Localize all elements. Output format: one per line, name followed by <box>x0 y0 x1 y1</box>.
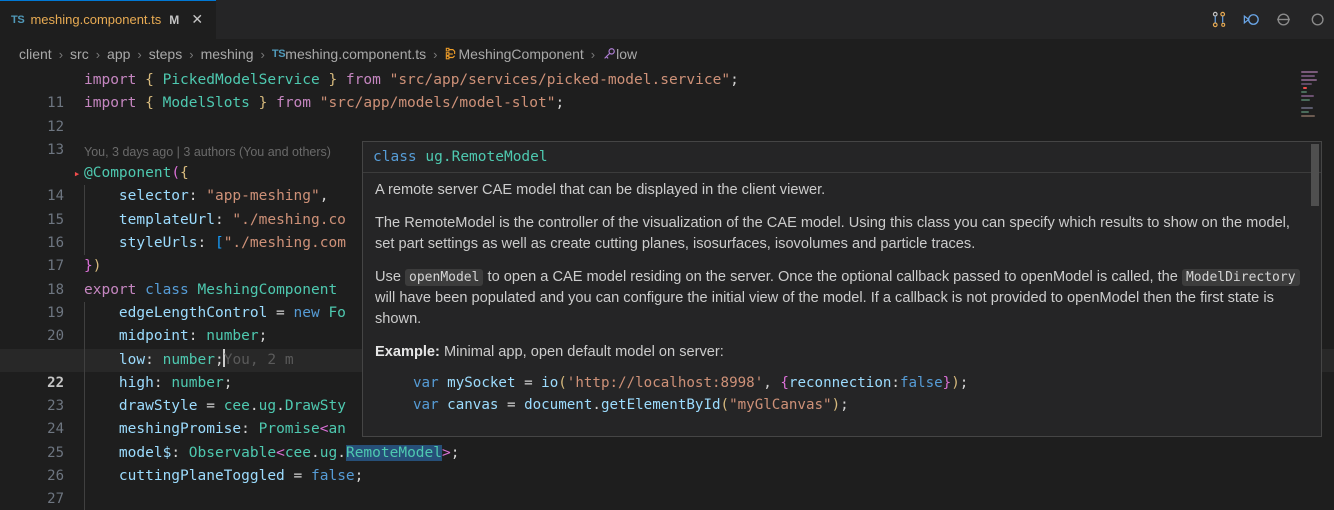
code-text: }) <box>84 255 101 278</box>
hover-example-line: Example: Minimal app, open default model… <box>375 342 1309 363</box>
inline-blame-text[interactable]: You, 2 m <box>224 352 294 368</box>
editor-vertical-scrollbar[interactable] <box>1320 69 1334 510</box>
hover-inline-code-modeldirectory: ModelDirectory <box>1182 269 1300 286</box>
class-symbol-icon <box>445 47 459 62</box>
code-text: edgeLengthControl = new Fo <box>84 302 346 325</box>
hover-inline-code-openmodel: openModel <box>405 269 483 286</box>
code-text: selector: "app-meshing", <box>84 185 328 208</box>
hover-paragraph-2: The RemoteModel is the controller of the… <box>375 213 1309 255</box>
hover-p3-post: will have been populated and you can con… <box>375 290 1274 327</box>
hover-signature-namespace: ug. <box>425 149 451 165</box>
breadcrumb-separator: › <box>182 47 200 62</box>
hover-p3-mid: to open a CAE model residing on the serv… <box>483 269 1182 285</box>
breadcrumb-item-client[interactable]: client <box>19 46 52 62</box>
hover-code-line-2: var canvas = document.getElementById("my… <box>413 394 1309 416</box>
hover-signature: class ug.RemoteModel <box>363 142 1321 173</box>
breadcrumb-item-symbol[interactable]: low <box>616 46 637 62</box>
code-text: high: number; <box>84 372 232 395</box>
breadcrumb-item-meshing[interactable]: meshing <box>201 46 254 62</box>
vscode-editor-window: TS meshing.component.ts M ✕ <box>0 0 1334 510</box>
editor-tab-meshing-component[interactable]: TS meshing.component.ts M ✕ <box>0 0 217 39</box>
code-text: midpoint: number; <box>84 325 267 348</box>
code-text: import { PickedModelService } from "src/… <box>84 69 739 92</box>
breadcrumb-separator: › <box>253 47 271 62</box>
code-line[interactable]: 28 <box>0 488 1334 510</box>
code-text: export class MeshingComponent <box>84 279 337 302</box>
hover-example-text: Minimal app, open default model on serve… <box>440 344 724 360</box>
more-actions-icon[interactable] <box>1304 9 1326 31</box>
field-symbol-icon <box>602 47 616 62</box>
split-editor-icon[interactable] <box>1208 9 1230 31</box>
hovered-symbol[interactable]: RemoteModel <box>346 445 442 461</box>
code-text: model$: Observable<cee.ug.RemoteModel>; <box>84 442 459 465</box>
hover-signature-name: RemoteModel <box>452 149 548 165</box>
hover-documentation[interactable]: A remote server CAE model that can be di… <box>363 173 1321 436</box>
hover-code-line-1: var mySocket = io('http://localhost:8998… <box>413 372 1309 394</box>
code-text: styleUrls: ["./meshing.com <box>84 232 346 255</box>
code-text: meshingPromise: Promise<an <box>84 418 346 441</box>
code-line[interactable]: 27 cuttingPlaneToggled = false; <box>0 465 1334 488</box>
editor-actions-toolbar <box>1208 0 1334 39</box>
code-text: drawStyle = cee.ug.DrawSty <box>84 395 346 418</box>
breadcrumb-item-src[interactable]: src <box>70 46 89 62</box>
tab-modified-indicator: M <box>169 13 179 27</box>
breadcrumb-item-app[interactable]: app <box>107 46 130 62</box>
breadcrumb-item-steps[interactable]: steps <box>149 46 182 62</box>
code-line[interactable]: 13 ▸ <box>0 116 1334 139</box>
hover-example-label: Example: <box>375 344 440 360</box>
typescript-file-icon: TS <box>11 14 24 26</box>
breadcrumb-separator: › <box>89 47 107 62</box>
editor-tab-bar: TS meshing.component.ts M ✕ <box>0 0 1334 39</box>
breadcrumb-item-file[interactable]: meshing.component.ts <box>285 46 426 62</box>
code-line[interactable]: 11 import { PickedModelService } from "s… <box>0 69 1334 92</box>
close-icon[interactable]: ✕ <box>188 11 206 29</box>
code-line[interactable]: 26 model$: Observable<cee.ug.RemoteModel… <box>0 442 1334 465</box>
code-text: templateUrl: "./meshing.co <box>84 209 346 232</box>
breadcrumb-separator: › <box>130 47 148 62</box>
hover-tooltip: class ug.RemoteModel A remote server CAE… <box>362 141 1322 437</box>
code-text: import { ModelSlots } from "src/app/mode… <box>84 92 564 115</box>
code-text: cuttingPlaneToggled = false; <box>84 465 363 488</box>
breadcrumb-item-class[interactable]: MeshingComponent <box>459 46 584 62</box>
indent-guide <box>84 488 85 510</box>
hover-signature-keyword: class <box>373 149 417 165</box>
git-blame-text[interactable]: You, 3 days ago | 3 authors (You and oth… <box>84 141 331 164</box>
code-line[interactable]: 12 import { ModelSlots } from "src/app/m… <box>0 92 1334 115</box>
typescript-file-icon: TS <box>272 48 285 60</box>
hover-scrollbar[interactable] <box>1312 143 1320 437</box>
hover-paragraph-3: Use openModel to open a CAE model residi… <box>375 267 1309 330</box>
tab-label: meshing.component.ts <box>30 12 161 27</box>
hover-code-sample: var mySocket = io('http://localhost:8998… <box>375 372 1309 416</box>
circle-slash-icon[interactable] <box>1272 9 1294 31</box>
breadcrumb-separator: › <box>426 47 444 62</box>
breadcrumb-separator: › <box>584 47 602 62</box>
code-editor[interactable]: 11 import { PickedModelService } from "s… <box>0 69 1334 510</box>
go-back-icon[interactable] <box>1240 9 1262 31</box>
code-text: @Component({ <box>84 162 189 185</box>
hover-paragraph-1: A remote server CAE model that can be di… <box>375 180 1309 201</box>
breadcrumb: client › src › app › steps › meshing › T… <box>0 39 1334 69</box>
hover-scrollbar-thumb[interactable] <box>1311 144 1319 206</box>
hover-p3-pre: Use <box>375 269 405 285</box>
code-text: low: number;You, 2 m <box>84 349 294 372</box>
breadcrumb-separator: › <box>52 47 70 62</box>
